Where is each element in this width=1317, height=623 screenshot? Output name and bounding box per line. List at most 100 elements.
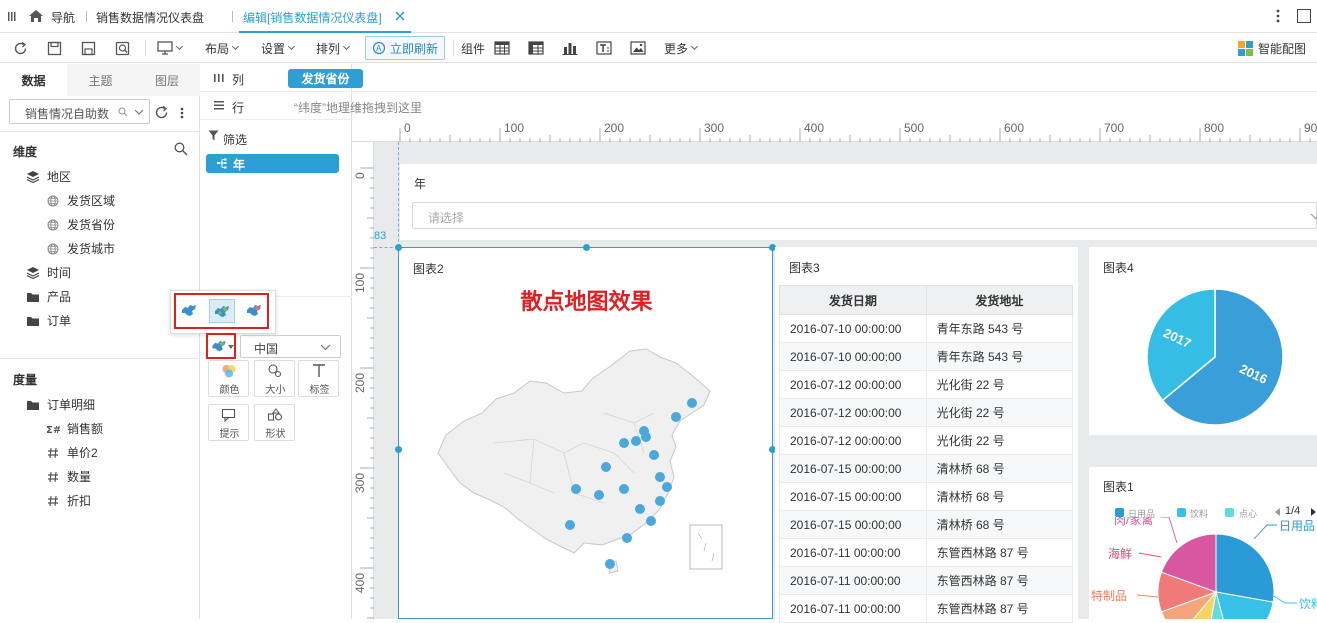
year-select-placeholder: 请选择 <box>428 211 465 225</box>
measure-item[interactable]: 数量 <box>46 468 91 485</box>
cell-ship-date: 2016-07-15 00:00:00 <box>779 454 927 483</box>
nav-tab[interactable]: 导航 <box>51 9 75 26</box>
dimension-item[interactable]: 地区 <box>26 168 71 185</box>
smart-chart-button[interactable]: 智能配图 <box>1238 33 1306 63</box>
table-row[interactable]: 2016-07-10 00:00:00 青年东路 543 号 <box>779 314 1074 343</box>
maximize-icon[interactable] <box>1297 9 1311 23</box>
table-icon[interactable] <box>494 33 510 63</box>
arrange-menu[interactable]: 排列 <box>316 33 349 63</box>
table-row[interactable]: 2016-07-12 00:00:00 光化街 22 号 <box>779 370 1074 399</box>
tab-theme[interactable]: 主题 <box>67 64 134 96</box>
resize-handle[interactable] <box>395 244 402 251</box>
ruler-tick-label: 300 <box>353 473 367 493</box>
tab-dashboard[interactable]: 销售数据情况仪表盘 <box>96 9 204 26</box>
more-menu[interactable]: 更多 <box>664 33 697 63</box>
chart1-pie-card: 图表1 日用品 饮料 点心 1/4 日用品饮料肉/家禽海鲜特制品 <box>1089 467 1317 619</box>
text-component-icon[interactable] <box>596 33 612 63</box>
filter-field-chip[interactable]: 年 <box>206 154 339 173</box>
table-row[interactable]: 2016-07-11 00:00:00 东管西林路 87 号 <box>779 566 1074 595</box>
measure-item[interactable]: 订单明细 <box>26 396 95 413</box>
map-data-point <box>655 472 665 482</box>
tab-edit-dashboard[interactable]: 编辑[销售数据情况仪表盘] <box>243 9 382 26</box>
year-select[interactable]: 请选择 <box>412 202 1317 229</box>
map-data-point <box>655 496 665 506</box>
tooltip-property-button[interactable]: 提示 <box>208 404 249 441</box>
tab-data[interactable]: 数据 <box>0 64 67 96</box>
save-as-icon[interactable] <box>81 33 96 63</box>
resize-handle[interactable] <box>395 446 402 453</box>
table-row[interactable]: 2016-07-15 00:00:00 清林桥 68 号 <box>779 454 1074 483</box>
cell-ship-address: 光化街 22 号 <box>925 426 1074 455</box>
ruler-tick-label: 200 <box>353 373 367 393</box>
hash-icon <box>46 470 60 484</box>
cell-ship-date: 2016-07-15 00:00:00 <box>779 510 927 539</box>
table-row[interactable]: 2016-07-12 00:00:00 光化街 22 号 <box>779 398 1074 427</box>
map-data-point <box>635 504 645 514</box>
crosstab-icon[interactable] <box>528 33 544 63</box>
table-row[interactable]: 2016-07-10 00:00:00 青年东路 543 号 <box>779 342 1074 371</box>
table-row[interactable]: 2016-07-11 00:00:00 东管西林路 87 号 <box>779 538 1074 567</box>
dimension-item[interactable]: 订单 <box>26 312 71 329</box>
dataset-select[interactable]: 销售情况自助数 <box>9 99 150 124</box>
dimension-item[interactable]: 时间 <box>26 264 71 281</box>
resize-handle[interactable] <box>583 244 590 251</box>
size-property-button[interactable]: 大小 <box>254 360 295 397</box>
column-header-address[interactable]: 发货地址 <box>925 285 1074 315</box>
legend-prev-icon[interactable] <box>1275 508 1280 516</box>
table-row[interactable]: 2016-07-15 00:00:00 清林桥 68 号 <box>779 482 1074 511</box>
table-row[interactable]: 2016-07-11 00:00:00 东管西林路 87 号 <box>779 594 1074 623</box>
menu-icon[interactable] <box>8 11 16 22</box>
tab-divider <box>86 11 87 22</box>
pie-slice-label: 饮料 <box>1299 597 1317 611</box>
ruler-tick-label: 800 <box>1204 121 1224 135</box>
measure-item[interactable]: 单价2 <box>46 444 98 461</box>
table-row[interactable]: 2016-07-15 00:00:00 清林桥 68 号 <box>779 510 1074 539</box>
map-region-select[interactable]: 中国 <box>240 335 341 358</box>
dimension-item[interactable]: 发货省份 <box>46 216 115 233</box>
refresh-dataset-icon[interactable] <box>154 105 169 120</box>
layout-menu[interactable]: 布局 <box>205 33 238 63</box>
year-pie-chart[interactable]: 20162017 <box>1145 287 1285 427</box>
table-row[interactable]: 2016-07-12 00:00:00 光化街 22 号 <box>779 426 1074 455</box>
label-property-button[interactable]: 标签 <box>298 360 339 397</box>
refresh-now-button[interactable]: A 立即刷新 <box>365 36 446 60</box>
close-tab-icon[interactable] <box>395 11 405 21</box>
china-scatter-map[interactable] <box>434 343 734 583</box>
home-icon[interactable] <box>28 9 44 23</box>
display-menu[interactable] <box>157 33 182 63</box>
heat-map-icon[interactable] <box>245 303 263 319</box>
scatter-map-icon <box>215 306 229 317</box>
save-icon[interactable] <box>47 33 62 63</box>
measure-item[interactable]: Σ# 销售额 <box>46 420 103 437</box>
column-header-date[interactable]: 发货日期 <box>779 285 927 315</box>
more-vertical-icon[interactable] <box>180 107 184 119</box>
measure-label: 数量 <box>67 470 92 484</box>
tab-layers[interactable]: 图层 <box>134 64 200 96</box>
dimension-item[interactable]: 发货区域 <box>46 192 115 209</box>
legend-next-icon[interactable] <box>1311 508 1316 516</box>
refresh-icon[interactable] <box>13 33 28 63</box>
settings-menu[interactable]: 设置 <box>261 33 294 63</box>
cell-ship-address: 青年东路 543 号 <box>925 314 1074 343</box>
bar-chart-icon[interactable] <box>562 33 578 63</box>
dimension-item[interactable]: 发货城市 <box>46 240 115 257</box>
ruler-tick-label: 600 <box>1004 121 1024 135</box>
map-type-dropdown[interactable] <box>206 333 236 359</box>
year-filter-card: 年 请选择 <box>400 164 1317 240</box>
color-icon <box>221 364 237 378</box>
category-pie-chart[interactable]: 日用品饮料 肉/家禽海鲜特制品 <box>1089 517 1317 619</box>
cell-ship-address: 清林桥 68 号 <box>925 510 1074 539</box>
preview-icon[interactable] <box>115 33 130 63</box>
more-vertical-icon[interactable] <box>1276 9 1280 23</box>
color-property-button[interactable]: 颜色 <box>208 360 249 397</box>
row-drop-hint[interactable]: “纬度”地理维拖拽到这里 <box>294 99 422 116</box>
map-region-icon[interactable] <box>180 303 198 319</box>
column-field-chip[interactable]: 发货省份 <box>288 69 363 88</box>
image-component-icon[interactable] <box>630 33 646 63</box>
scatter-map-option[interactable] <box>209 299 235 323</box>
shape-property-button[interactable]: 形状 <box>254 404 295 441</box>
chart2-map-card[interactable]: 图表2 散点地图效果 <box>395 244 776 619</box>
search-icon[interactable] <box>174 142 188 156</box>
measure-item[interactable]: 折扣 <box>46 492 91 509</box>
dimension-item[interactable]: 产品 <box>26 288 71 305</box>
